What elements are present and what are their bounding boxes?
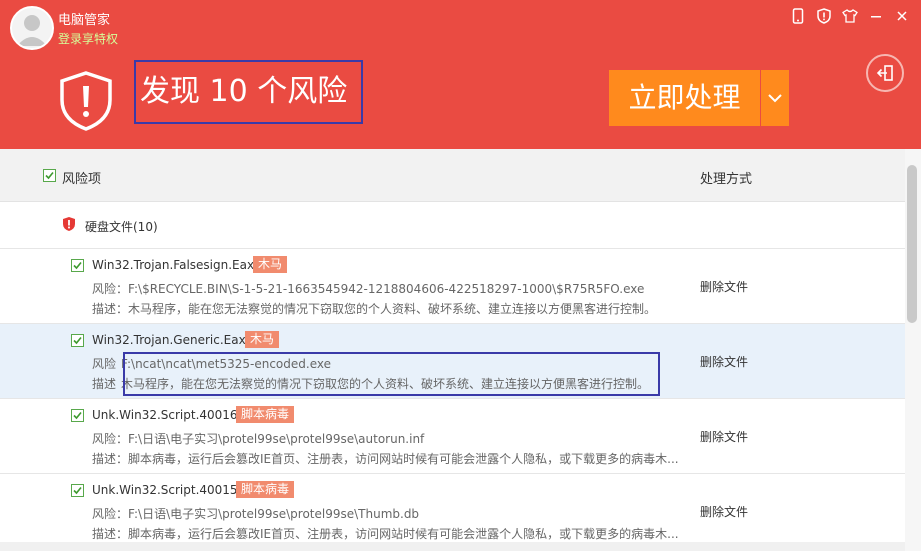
threat-name: Win32.Trojan.Falsesign.Eaxe xyxy=(92,258,262,272)
check-icon xyxy=(73,336,82,345)
bottom-toolbar xyxy=(0,542,905,551)
process-now-button[interactable]: 立即处理 xyxy=(609,70,760,126)
check-icon xyxy=(73,486,82,495)
risk-path: 风险：F:\日语\电子实习\protel99se\protel99se\auto… xyxy=(92,432,425,446)
table-row[interactable]: Unk.Win32.Script.400159 脚本病毒 风险：F:\日语\电子… xyxy=(0,474,905,549)
user-icon xyxy=(17,15,47,46)
group-disk-files[interactable]: 硬盘文件(10) xyxy=(0,202,905,249)
row-checkbox[interactable] xyxy=(71,259,84,272)
column-header-action: 处理方式 xyxy=(700,172,753,187)
table-row[interactable]: Win32.Trojan.Generic.Eaxa 木马 风险 F:\ncat\n… xyxy=(0,324,905,399)
app-title: 电脑管家 xyxy=(58,13,111,28)
process-options-dropdown[interactable] xyxy=(761,70,789,126)
threat-name: Unk.Win32.Script.400161 xyxy=(92,408,246,422)
action-delete-file[interactable]: 删除文件 xyxy=(700,428,748,445)
threat-name: Win32.Trojan.Generic.Eaxa xyxy=(92,333,254,347)
check-icon xyxy=(73,411,82,420)
row-checkbox[interactable] xyxy=(71,484,84,497)
action-delete-file[interactable]: 删除文件 xyxy=(700,278,748,295)
chevron-down-icon xyxy=(768,94,782,103)
risk-path: 风险：F:\日语\电子实习\protel99se\protel99se\Thum… xyxy=(92,507,420,521)
phone-icon[interactable] xyxy=(787,7,809,25)
threat-tag: 脚本病毒 xyxy=(236,481,295,498)
row-checkbox[interactable] xyxy=(71,409,84,422)
shield-icon[interactable] xyxy=(813,7,835,25)
threat-tag: 木马 xyxy=(253,256,288,273)
risk-description: 描述：木马程序，能在您无法察觉的情况下窃取您的个人资料、破坏系统、建立连接以方便… xyxy=(92,302,657,316)
table-row[interactable]: Win32.Trojan.Falsesign.Eaxe 木马 风险：F:\$RE… xyxy=(0,249,905,324)
window-controls xyxy=(787,7,913,25)
risk-list: 风险项 处理方式 硬盘文件(10) Win32.Trojan.Falsesign… xyxy=(0,149,905,551)
risk-path: 风险：F:\$RECYCLE.BIN\S-1-5-21-1663545942-1… xyxy=(92,282,645,296)
login-link[interactable]: 登录享特权 xyxy=(58,30,118,47)
header: 电脑管家 登录享特权 发现 10 个风险 立即处理 xyxy=(0,0,921,149)
scrollbar-thumb[interactable] xyxy=(907,165,917,323)
minimize-icon[interactable] xyxy=(865,7,887,25)
check-icon xyxy=(45,171,54,180)
avatar[interactable] xyxy=(10,6,54,50)
highlight-box xyxy=(123,352,660,396)
threat-tag: 木马 xyxy=(245,331,280,348)
row-checkbox[interactable] xyxy=(71,334,84,347)
table-row[interactable]: Unk.Win32.Script.400161 脚本病毒 风险：F:\日语\电子… xyxy=(0,399,905,474)
check-icon xyxy=(73,261,82,270)
risk-description: 描述：脚本病毒，运行后会篡改IE首页、注册表，访问网站时候有可能会泄露个人隐私，… xyxy=(92,527,679,541)
group-label: 硬盘文件(10) xyxy=(85,220,158,234)
threat-name: Unk.Win32.Script.400159 xyxy=(92,483,246,497)
close-icon[interactable] xyxy=(891,7,913,25)
alert-shield-icon xyxy=(63,217,75,231)
risk-description: 描述：脚本病毒，运行后会篡改IE首页、注册表，访问网站时候有可能会泄露个人隐私，… xyxy=(92,452,679,466)
threat-tag: 脚本病毒 xyxy=(236,406,295,423)
exit-icon xyxy=(876,65,893,81)
action-delete-file[interactable]: 删除文件 xyxy=(700,353,748,370)
column-header-risk: 风险项 xyxy=(62,172,102,187)
table-header: 风险项 处理方式 xyxy=(0,149,905,202)
exit-button[interactable] xyxy=(866,54,904,92)
action-delete-file[interactable]: 删除文件 xyxy=(700,503,748,520)
tshirt-icon[interactable] xyxy=(839,7,861,25)
warning-shield-icon xyxy=(58,70,114,136)
select-all-checkbox[interactable] xyxy=(43,169,56,182)
risk-summary-title: 发现 10 个风险 xyxy=(134,60,363,124)
